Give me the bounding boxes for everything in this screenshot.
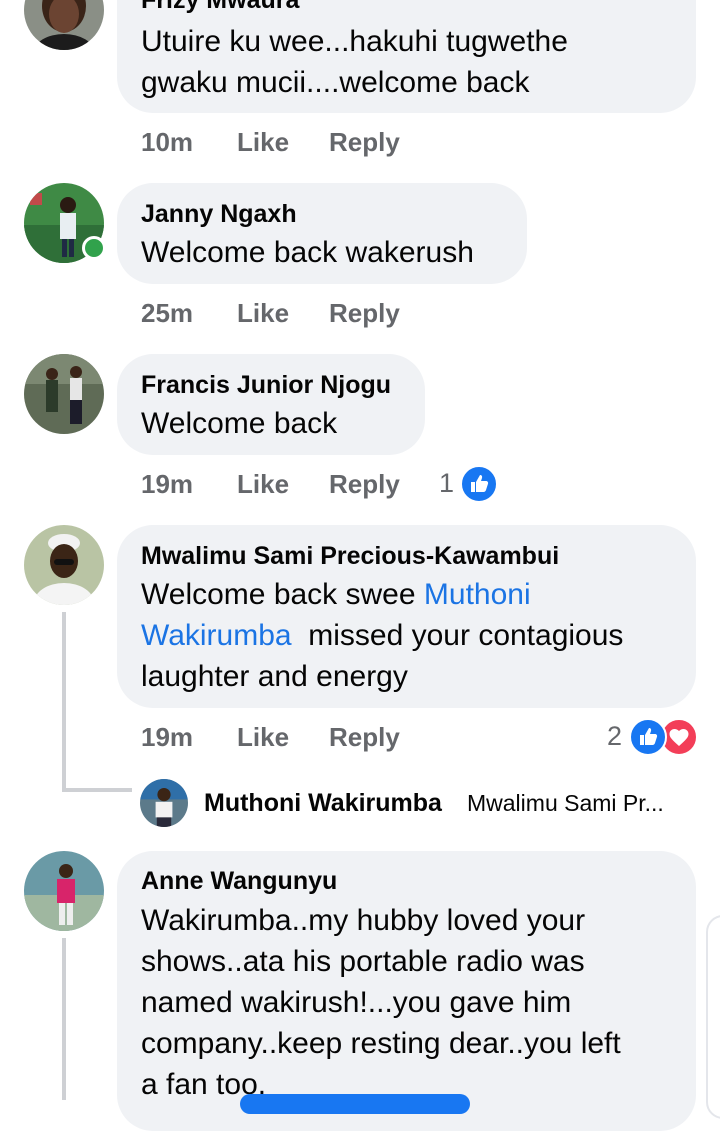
avatar[interactable] (24, 851, 104, 931)
comment-text-line: Welcome back swee Muthoni (141, 574, 531, 615)
comment-text-line: Welcome back wakerush (141, 236, 474, 269)
reply-button[interactable]: Reply (329, 469, 400, 500)
comment-author[interactable]: Janny Ngaxh (141, 200, 297, 229)
reply-thread-connector (62, 788, 132, 792)
comment-text-line: company..keep resting dear..you left (141, 1027, 621, 1060)
comment-text-line: Welcome back (141, 407, 338, 440)
comment-text-line: gwaku mucii....welcome back (141, 66, 530, 99)
side-panel-edge (706, 915, 720, 1119)
reply-thread-line (62, 938, 66, 1100)
reply-author[interactable]: Muthoni Wakirumba (204, 789, 442, 818)
reaction-count[interactable]: 2 (607, 721, 622, 752)
user-mention[interactable]: Wakirumba (141, 619, 292, 652)
comment-text: missed your contagious (291, 619, 624, 652)
comment-text: Welcome back swee (141, 578, 424, 611)
like-reaction-icon[interactable] (629, 718, 667, 756)
comment-author[interactable]: Francis Junior Njogu (141, 371, 391, 400)
reply-avatar[interactable] (140, 779, 188, 827)
avatar[interactable] (24, 354, 104, 434)
comment-time[interactable]: 19m (141, 469, 193, 500)
like-button[interactable]: Like (237, 722, 289, 753)
comment-time[interactable]: 25m (141, 298, 193, 329)
like-button[interactable]: Like (237, 298, 289, 329)
comment-text-line: Utuire ku wee...hakuhi tugwethe (141, 25, 568, 58)
comment-author[interactable]: Mwalimu Sami Precious-Kawambui (141, 542, 559, 571)
avatar[interactable] (24, 0, 104, 50)
comment-author[interactable]: Anne Wangunyu (141, 867, 337, 896)
like-button[interactable]: Like (237, 469, 289, 500)
like-reaction-icon[interactable] (460, 465, 498, 503)
online-status-indicator (82, 236, 106, 260)
comment-text-line: shows..ata his portable radio was (141, 945, 585, 978)
reply-button[interactable]: Reply (329, 722, 400, 753)
comment-time[interactable]: 10m (141, 127, 193, 158)
comment-text-line: laughter and energy (141, 660, 408, 693)
like-button[interactable]: Like (237, 127, 289, 158)
comment-text-line: Wakirumba..my hubby loved your (141, 904, 586, 937)
reply-button[interactable]: Reply (329, 127, 400, 158)
comment-text-line: Wakirumba missed your contagious (141, 615, 623, 656)
reply-thread-line (62, 612, 66, 792)
avatar[interactable] (24, 525, 104, 605)
reaction-count[interactable]: 1 (439, 468, 454, 499)
comment-author[interactable]: Frizy Mwaura (141, 0, 299, 15)
comment-text-line: named wakirush!...you gave him (141, 986, 572, 1019)
reply-button[interactable]: Reply (329, 298, 400, 329)
reply-snippet[interactable]: Mwalimu Sami Pr... (467, 789, 664, 818)
reaction-pill[interactable] (240, 1094, 470, 1114)
comment-time[interactable]: 19m (141, 722, 193, 753)
user-mention[interactable]: Muthoni (424, 578, 531, 611)
